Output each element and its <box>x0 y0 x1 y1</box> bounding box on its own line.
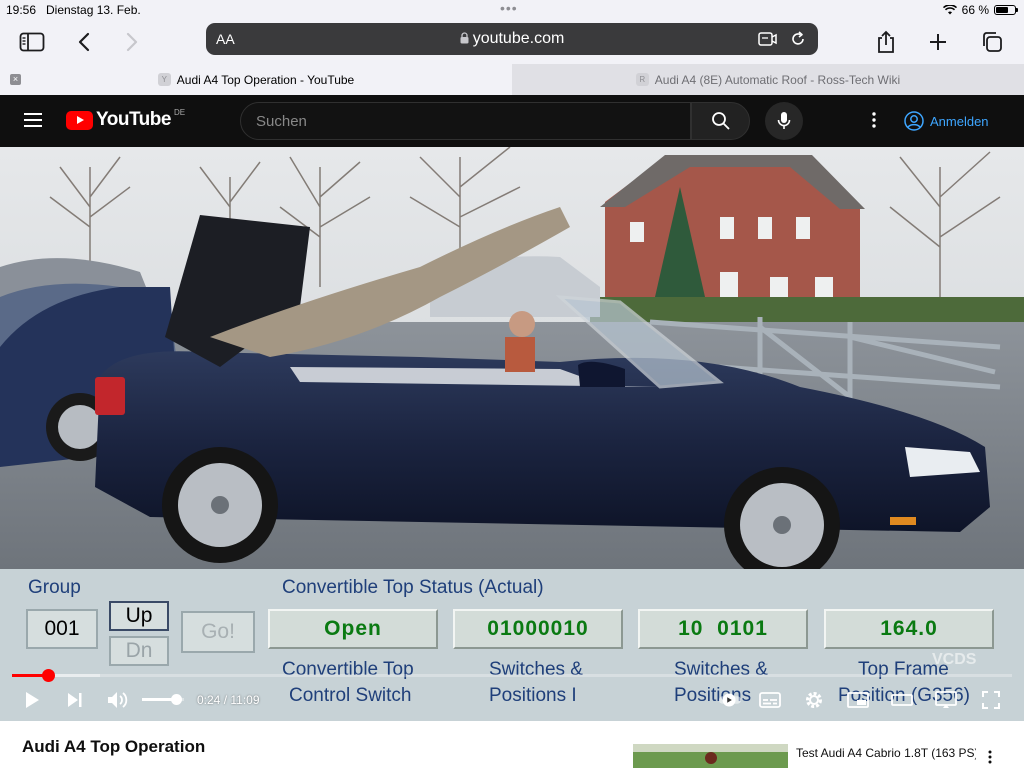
value-cell: 164.0 <box>824 609 994 649</box>
more-options-icon[interactable] <box>862 108 886 132</box>
forward-icon[interactable] <box>116 26 148 58</box>
ross-tech-favicon-icon: R <box>635 73 649 86</box>
search-icon <box>711 112 730 130</box>
status-time: 19:56 <box>6 3 37 17</box>
address-bar[interactable]: AA youtube.com <box>206 23 818 55</box>
back-icon[interactable] <box>68 26 100 58</box>
video-frame-image <box>0 147 1024 569</box>
field-label: Switches & <box>674 659 768 680</box>
youtube-logo-text: YouTube <box>96 109 171 130</box>
sign-in-button[interactable]: Anmelden <box>904 106 989 136</box>
tab-youtube[interactable]: Y Audi A4 Top Operation - YouTube <box>0 64 512 95</box>
new-tab-icon[interactable] <box>922 26 954 58</box>
theater-mode-icon[interactable] <box>890 688 914 712</box>
status-date: Dienstag 13. Feb. <box>46 3 141 17</box>
youtube-logo[interactable]: YouTube DE <box>66 107 186 131</box>
field-label: Control Switch <box>289 685 412 706</box>
value-cell: 01000010 <box>453 609 623 649</box>
search-button[interactable] <box>691 102 750 140</box>
browser-toolbar: AA youtube.com <box>0 20 1024 64</box>
field-label: Positions I <box>489 685 577 706</box>
field-label: Convertible Top <box>282 659 414 680</box>
next-icon[interactable] <box>63 688 87 712</box>
tab-ross-tech[interactable]: R Audi A4 (8E) Automatic Roof - Ross-Tec… <box>512 64 1024 95</box>
sidebar-icon[interactable] <box>16 26 48 58</box>
youtube-header: YouTube DE Anmelden <box>0 95 1024 147</box>
microphone-icon <box>777 112 791 129</box>
vcds-watermark: VCDS <box>932 651 977 668</box>
tab-label: Audi A4 (8E) Automatic Roof - Ross-Tech … <box>654 72 901 87</box>
status-bar: 19:56 Dienstag 13. Feb. ••• 66 % <box>0 0 1024 20</box>
share-icon[interactable] <box>870 26 902 58</box>
battery-icon <box>994 5 1018 15</box>
reload-icon[interactable] <box>788 30 808 48</box>
value-cell: Open <box>268 609 438 649</box>
up-button: Up <box>109 601 169 631</box>
lock-icon <box>460 32 469 44</box>
voice-search-button[interactable] <box>765 102 803 140</box>
group-value: 001 <box>26 609 98 649</box>
recommended-thumbnail[interactable] <box>633 744 788 768</box>
scrubber-handle[interactable] <box>42 669 55 682</box>
volume-slider[interactable] <box>142 694 184 705</box>
video-title: Audi A4 Top Operation <box>22 737 206 756</box>
search-input[interactable] <box>241 103 690 139</box>
multitasking-dots-icon[interactable]: ••• <box>500 0 518 16</box>
volume-handle[interactable] <box>170 694 182 705</box>
down-button: Dn <box>109 636 169 666</box>
value-cell: 10 0101 <box>638 609 808 649</box>
recommended-title[interactable]: Test Audi A4 Cabrio 1.8T (163 PS) <box>796 746 976 760</box>
recommended-more-icon[interactable] <box>982 747 998 767</box>
volume-icon[interactable] <box>106 688 130 712</box>
sign-in-label: Anmelden <box>930 113 989 129</box>
url-text: youtube.com <box>206 30 818 48</box>
tabs-overview-icon[interactable] <box>976 26 1008 58</box>
youtube-play-logo-icon <box>66 110 93 130</box>
status-heading: Convertible Top Status (Actual) <box>282 577 544 598</box>
subtitles-icon[interactable] <box>758 688 782 712</box>
country-code: DE <box>173 107 186 117</box>
fullscreen-icon[interactable] <box>979 688 1003 712</box>
autoplay-toggle-icon[interactable] <box>718 688 742 712</box>
status-right: 66 % <box>942 3 1018 17</box>
play-icon[interactable] <box>20 688 44 712</box>
tab-label: Audi A4 Top Operation - YouTube <box>176 72 355 87</box>
cast-icon[interactable] <box>934 688 958 712</box>
group-label: Group <box>28 577 81 598</box>
wifi-icon <box>942 5 957 15</box>
menu-icon[interactable] <box>24 113 42 127</box>
youtube-favicon-icon: Y <box>157 73 171 86</box>
video-progress-bar[interactable] <box>12 669 1012 682</box>
video-player[interactable]: Group 001 Up Dn Go! Convertible Top Stat… <box>0 147 1024 721</box>
close-tab-icon[interactable]: × <box>10 74 21 85</box>
account-icon <box>904 111 924 131</box>
go-button: Go! <box>181 611 255 653</box>
settings-gear-icon[interactable] <box>802 688 826 712</box>
search-box[interactable] <box>240 102 691 140</box>
url-label: youtube.com <box>472 30 565 47</box>
miniplayer-icon[interactable] <box>846 688 870 712</box>
tab-bar: Y Audi A4 Top Operation - YouTube × R Au… <box>0 64 1024 95</box>
battery-percent: 66 % <box>961 3 989 17</box>
translate-icon[interactable] <box>758 30 778 48</box>
field-label: Switches & <box>489 659 583 680</box>
time-display: 0:24 / 11:09 <box>197 693 260 707</box>
below-video: Audi A4 Top Operation Test Audi A4 Cabri… <box>0 721 1024 768</box>
